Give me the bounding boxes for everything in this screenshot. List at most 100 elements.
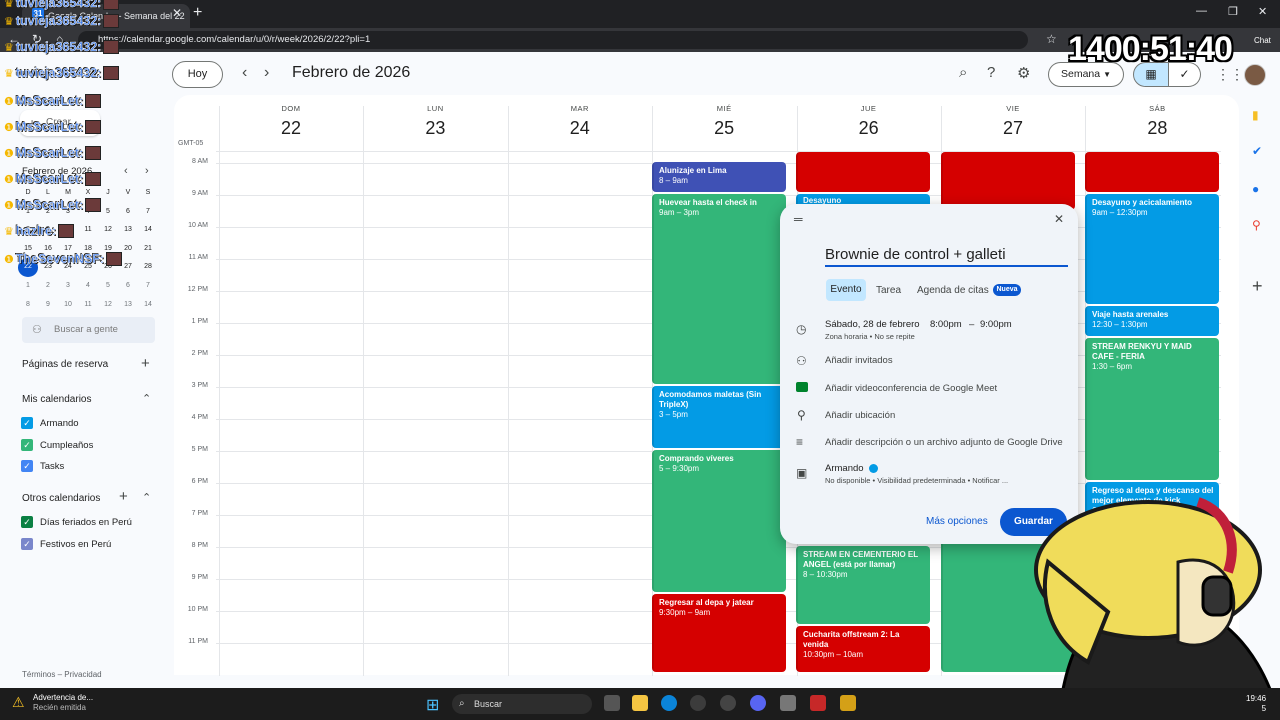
mini-day[interactable]: 8	[18, 296, 38, 315]
day-number[interactable]: 22	[219, 118, 363, 139]
warning-notification[interactable]: Advertencia de... Recién emitida	[33, 693, 93, 713]
event-card[interactable]: Acomodamos maletas (Sin TripleX) 3 – 5pm	[652, 386, 786, 448]
calendar-label[interactable]: Armando	[40, 418, 79, 429]
discord-icon[interactable]	[750, 695, 766, 711]
mini-day[interactable]: 10	[58, 296, 78, 315]
tab-tarea[interactable]: Tarea	[876, 285, 901, 296]
add-other-calendar-icon[interactable]: +	[119, 488, 128, 505]
other-calendars-title[interactable]: Otros calendarios	[22, 493, 100, 504]
next-week-icon[interactable]: ›	[264, 64, 269, 82]
mini-day[interactable]: 13	[118, 221, 138, 240]
mini-day[interactable]: 11	[78, 221, 98, 240]
system-clock[interactable]: 19:46 5	[1246, 694, 1266, 714]
mini-day[interactable]: 14	[138, 221, 158, 240]
obs-icon[interactable]	[720, 695, 736, 711]
event-card[interactable]: STREAM RENKYU Y MAID CAFE - FERIA 1:30 – …	[1085, 338, 1219, 480]
calendar-checkbox[interactable]: ✓	[21, 516, 33, 528]
calendar-checkbox[interactable]: ✓	[21, 417, 33, 429]
app-icon[interactable]	[690, 695, 706, 711]
event-start-time[interactable]: 8:00pm	[930, 319, 962, 330]
event-card[interactable]	[941, 152, 1075, 210]
prev-week-icon[interactable]: ‹	[242, 64, 247, 82]
new-tab-icon[interactable]: +	[193, 4, 202, 22]
help-icon[interactable]: ?	[987, 64, 995, 81]
more-options-button[interactable]: Más opciones	[926, 516, 988, 527]
mini-day[interactable]: 12	[98, 296, 118, 315]
mini-day[interactable]: 2	[38, 277, 58, 296]
mini-day[interactable]: 6	[118, 203, 138, 222]
maximize-icon[interactable]: ❐	[1228, 5, 1238, 18]
tab-agenda-citas[interactable]: Agenda de citas	[917, 285, 989, 296]
mini-day[interactable]: 7	[138, 203, 158, 222]
mini-day[interactable]: 14	[138, 296, 158, 315]
mini-next-icon[interactable]: ›	[145, 165, 149, 177]
bookmark-star-icon[interactable]: ☆	[1046, 32, 1057, 46]
mini-day[interactable]: 12	[98, 221, 118, 240]
calendar-checkbox[interactable]: ✓	[21, 537, 33, 550]
contacts-icon[interactable]: ●	[1252, 182, 1259, 196]
mini-day[interactable]: 4	[78, 277, 98, 296]
event-card[interactable]: Viaje hasta arenales 12:30 – 1:30pm	[1085, 306, 1219, 336]
close-window-icon[interactable]: ✕	[1258, 5, 1267, 18]
file-explorer-icon[interactable]	[632, 695, 648, 711]
people-search-input[interactable]: ⚇ Buscar a gente	[22, 317, 155, 343]
app-yellow-icon[interactable]	[840, 695, 856, 711]
close-tab-icon[interactable]: ✕	[172, 6, 182, 20]
calendar-checkbox[interactable]: ✓	[21, 460, 33, 472]
mini-day[interactable]: 11	[78, 296, 98, 315]
today-button[interactable]: Hoy	[172, 61, 223, 88]
event-card[interactable]: STREAM EN CEMENTERIO EL ANGEL (está por …	[796, 546, 930, 624]
close-icon[interactable]: ✕	[1054, 212, 1064, 226]
booking-pages-label[interactable]: Páginas de reserva	[22, 359, 108, 370]
my-calendars-title[interactable]: Mis calendarios	[22, 394, 91, 405]
mini-day[interactable]: 28	[138, 258, 158, 277]
maps-icon[interactable]: ⚲	[1252, 218, 1261, 232]
terms-privacy-link[interactable]: Términos – Privacidad	[22, 670, 102, 679]
mini-day[interactable]: 21	[138, 240, 158, 259]
calendar-label[interactable]: Días feriados en Perú	[40, 517, 132, 528]
calendar-checkbox[interactable]: ✓	[21, 438, 33, 451]
mini-day[interactable]: 5	[98, 277, 118, 296]
mini-day[interactable]: 6	[118, 277, 138, 296]
mini-day[interactable]: 7	[138, 277, 158, 296]
calendar-owner[interactable]: Armando	[825, 463, 864, 474]
day-number[interactable]: 23	[363, 118, 507, 139]
minimize-icon[interactable]: —	[1196, 5, 1207, 17]
add-meet[interactable]: Añadir videoconferencia de Google Meet	[825, 383, 997, 394]
event-card[interactable]: Comprando víveres 5 – 9:30pm	[652, 450, 786, 592]
add-booking-page-icon[interactable]: +	[141, 355, 150, 372]
windows-start-icon[interactable]: ⊞	[426, 695, 439, 715]
event-date[interactable]: Sábado, 28 de febrero	[825, 319, 920, 330]
app-red-icon[interactable]	[810, 695, 826, 711]
settings-gear-icon[interactable]: ⚙	[1017, 64, 1030, 82]
event-card[interactable]: Cucharita offstream 2: La venida 10:30pm …	[796, 626, 930, 672]
event-title-input[interactable]: Brownie de control + galleti	[825, 246, 1068, 267]
event-card[interactable]	[796, 152, 930, 192]
url-field[interactable]: https://calendar.google.com/calendar/u/0…	[78, 31, 1028, 49]
day-number[interactable]: 28	[1085, 118, 1229, 139]
calendar-label[interactable]: Tasks	[40, 461, 64, 472]
day-number[interactable]: 25	[652, 118, 796, 139]
mini-day[interactable]: 9	[38, 296, 58, 315]
day-number[interactable]: 26	[797, 118, 941, 139]
mini-prev-icon[interactable]: ‹	[124, 165, 128, 177]
event-card[interactable]: Desayuno y acicalamiento 9am – 12:30pm	[1085, 194, 1219, 304]
mini-day[interactable]: 1	[18, 277, 38, 296]
add-guests[interactable]: Añadir invitados	[825, 355, 893, 366]
day-number[interactable]: 27	[941, 118, 1085, 139]
collapse-chevron-icon[interactable]: ⌃	[142, 392, 151, 405]
edge-icon[interactable]	[661, 695, 677, 711]
event-card[interactable]: Huevear hasta el check in 9am – 3pm	[652, 194, 786, 384]
add-description[interactable]: Añadir descripción o un archivo adjunto …	[825, 437, 1063, 448]
day-number[interactable]: 24	[508, 118, 652, 139]
calendar-label[interactable]: Festivos en Perú	[40, 539, 111, 550]
event-card[interactable]: Regresar al depa y jatear 9:30pm – 9am	[652, 594, 786, 672]
timezone-repeat-link[interactable]: Zona horaria • No se repite	[825, 332, 915, 341]
add-addon-icon[interactable]: +	[1252, 276, 1263, 297]
event-card[interactable]: Alunizaje en Lima 8 – 9am	[652, 162, 786, 192]
tab-evento[interactable]: Evento	[826, 279, 866, 301]
event-card[interactable]	[1085, 152, 1219, 192]
mini-day[interactable]: 3	[58, 277, 78, 296]
calendar-label[interactable]: Cumpleaños	[40, 440, 93, 451]
settings-icon[interactable]	[780, 695, 796, 711]
